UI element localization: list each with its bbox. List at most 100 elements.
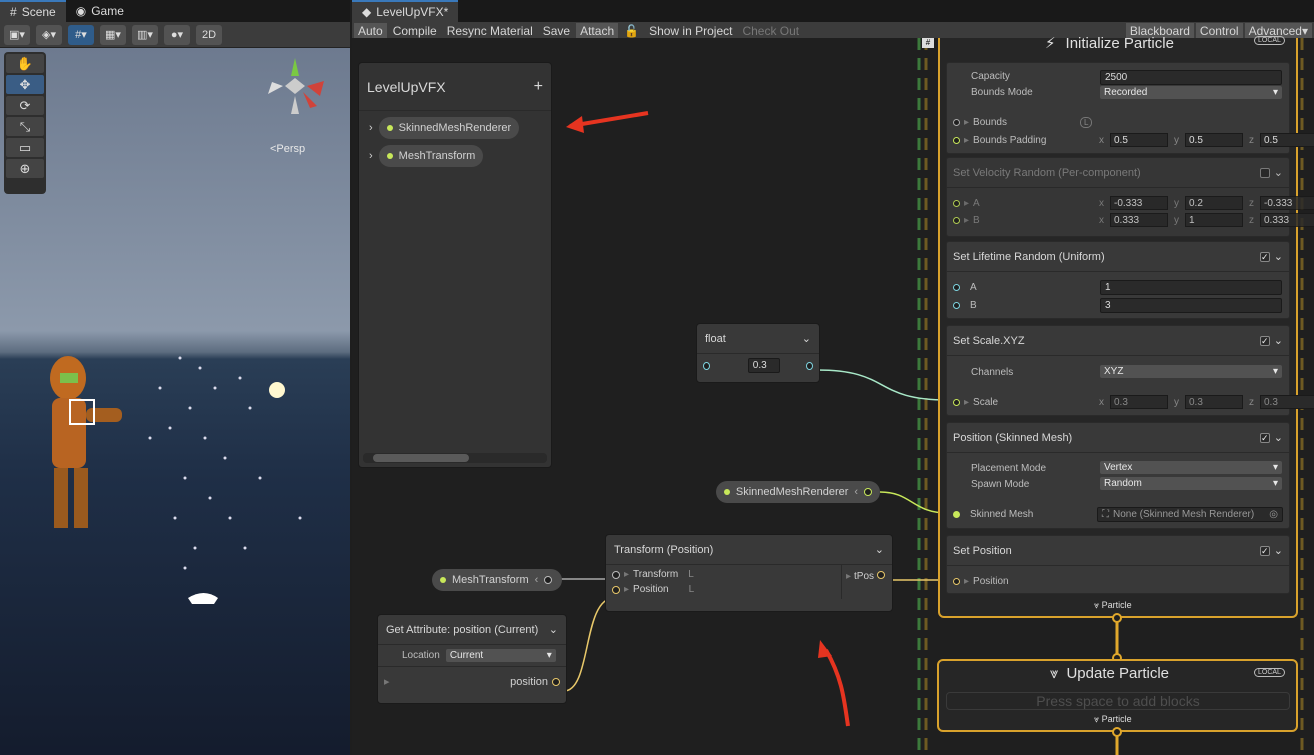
- float-node[interactable]: float ⌄ 0.3: [696, 323, 820, 383]
- scale-z[interactable]: 0.3: [1260, 395, 1314, 409]
- chevron-down-icon[interactable]: ⌄: [875, 543, 884, 556]
- local-badge[interactable]: LOCAL: [1254, 36, 1285, 45]
- chevron-down-icon[interactable]: ⌄: [549, 623, 558, 636]
- velocity-enable-checkbox[interactable]: [1259, 167, 1270, 178]
- save-button[interactable]: Save: [538, 22, 575, 40]
- skinned-enable-checkbox[interactable]: ✓: [1259, 432, 1270, 443]
- chevron-down-icon[interactable]: ⌄: [1274, 431, 1283, 444]
- spawn-mode-dropdown[interactable]: Random ▾: [1100, 477, 1282, 490]
- scale-enable-checkbox[interactable]: ✓: [1259, 335, 1270, 346]
- float-in-port[interactable]: [703, 361, 710, 370]
- float-value-field[interactable]: 0.3: [747, 358, 781, 373]
- expand-icon[interactable]: ›: [369, 122, 373, 134]
- update-flow-out[interactable]: ⩔ Particle: [1094, 714, 1132, 725]
- position-skinned-mesh-block[interactable]: Position (Skinned Mesh) ✓ ⌄ Placement Mode…: [946, 422, 1290, 529]
- set-position-block[interactable]: Set Position ✓ ⌄ ▸ Position: [946, 535, 1290, 594]
- set-lifetime-block[interactable]: Set Lifetime Random (Uniform) ✓ ⌄ A B 1 3: [946, 241, 1290, 319]
- skinned-out-port[interactable]: [864, 488, 872, 496]
- velocity-b-x[interactable]: 0.333: [1110, 213, 1168, 227]
- gizmo-toggle-button[interactable]: ▣▾: [4, 24, 30, 45]
- shading-button[interactable]: ●▾: [164, 24, 190, 45]
- lifetime-a-port[interactable]: [953, 284, 960, 291]
- mesh-out-port[interactable]: [544, 576, 553, 584]
- object-picker-icon[interactable]: ◎: [1269, 509, 1278, 520]
- velocity-a-port[interactable]: [953, 200, 960, 207]
- placement-mode-dropdown[interactable]: Vertex ▾: [1100, 461, 1282, 474]
- bounds-padding-z[interactable]: 0.5: [1260, 133, 1314, 147]
- chevron-down-icon[interactable]: ⌄: [802, 332, 811, 345]
- lock-icon[interactable]: 🔓: [620, 22, 644, 40]
- transform-position-node[interactable]: Transform (Position) ⌄ ▸ Transform L ▸ Posit…: [605, 534, 893, 612]
- setpos-in-port[interactable]: [953, 578, 960, 585]
- tab-scene[interactable]: # Scene: [0, 0, 66, 22]
- control-button[interactable]: Control: [1195, 22, 1243, 40]
- chevron-down-icon[interactable]: ⌄: [1274, 544, 1283, 557]
- scale-in-port[interactable]: [953, 399, 960, 406]
- transform-tool-icon[interactable]: ⊕: [6, 159, 44, 178]
- hand-tool-icon[interactable]: ✋: [6, 54, 44, 73]
- tpos-out-port[interactable]: [877, 571, 886, 579]
- lifetime-a-field[interactable]: 1: [1100, 280, 1282, 295]
- perspective-label[interactable]: <Persp: [270, 143, 305, 155]
- blackboard-item-mesh[interactable]: › MeshTransform: [369, 145, 541, 167]
- transform-in-port[interactable]: [612, 570, 620, 579]
- skinned-mesh-field[interactable]: ⛶ None (Skinned Mesh Renderer) ◎: [1097, 507, 1283, 522]
- rotate-tool-icon[interactable]: ⟳: [6, 96, 44, 115]
- set-scale-block[interactable]: Set Scale.XYZ ✓ ⌄ Channels XYZ ▾ ▸ Scale x 0.…: [946, 325, 1314, 416]
- expand-icon[interactable]: ›: [369, 150, 373, 162]
- lifetime-enable-checkbox[interactable]: ✓: [1259, 251, 1270, 262]
- bounds-padding-y[interactable]: 0.5: [1185, 133, 1243, 147]
- capacity-field[interactable]: 2500: [1100, 70, 1282, 85]
- grid-button[interactable]: ▦▾: [100, 24, 126, 45]
- location-dropdown[interactable]: Current ▾: [445, 649, 556, 662]
- tab-levelupvfx[interactable]: ◆ LevelUpVFX*: [352, 0, 459, 22]
- chevron-down-icon[interactable]: ⌄: [1274, 166, 1283, 179]
- auto-button[interactable]: Auto: [354, 22, 387, 40]
- velocity-a-z[interactable]: -0.333: [1260, 196, 1314, 210]
- mesh-transform-node[interactable]: MeshTransform ‹: [432, 569, 562, 591]
- orientation-gizmo[interactable]: [262, 56, 328, 126]
- float-out-port[interactable]: [806, 361, 813, 370]
- flow-out-port[interactable]: [1112, 727, 1122, 737]
- set-velocity-block[interactable]: Set Velocity Random (Per-component) ⌄ ▸ A …: [946, 157, 1314, 237]
- get-attribute-node[interactable]: Get Attribute: position (Current) ⌄ Locat…: [377, 614, 567, 704]
- chevron-down-icon[interactable]: ⌄: [1274, 250, 1283, 263]
- velocity-a-x[interactable]: -0.333: [1110, 196, 1168, 210]
- snap-button[interactable]: #▾: [68, 24, 94, 45]
- velocity-b-y[interactable]: 1: [1185, 213, 1243, 227]
- resync-material-button[interactable]: Resync Material: [442, 22, 537, 40]
- scale-y[interactable]: 0.3: [1185, 395, 1243, 409]
- draw-mode-button[interactable]: ◈▾: [36, 24, 62, 45]
- velocity-b-z[interactable]: 0.333: [1260, 213, 1314, 227]
- velocity-b-port[interactable]: [953, 217, 960, 224]
- tab-game[interactable]: ◉ Game: [66, 0, 134, 22]
- initialize-flow-out[interactable]: ⩔ Particle: [1094, 600, 1132, 611]
- velocity-a-y[interactable]: 0.2: [1185, 196, 1243, 210]
- skinned-mesh-port[interactable]: [953, 511, 960, 518]
- ruler-button[interactable]: ▥▾: [132, 24, 158, 45]
- position-in-port[interactable]: [612, 585, 620, 594]
- setpos-enable-checkbox[interactable]: ✓: [1259, 545, 1270, 556]
- mode-2d-button[interactable]: 2D: [196, 24, 222, 45]
- bounds-port[interactable]: [953, 119, 960, 126]
- add-property-button[interactable]: +: [534, 78, 543, 96]
- local-badge[interactable]: LOCAL: [1254, 668, 1285, 677]
- flow-out-port[interactable]: [1112, 613, 1122, 623]
- position-out-port[interactable]: [552, 677, 560, 686]
- blackboard-scrollbar[interactable]: [363, 453, 547, 463]
- channels-dropdown[interactable]: XYZ ▾: [1100, 365, 1282, 378]
- compile-button[interactable]: Compile: [388, 22, 441, 40]
- chevron-down-icon[interactable]: ⌄: [1274, 334, 1283, 347]
- lifetime-b-port[interactable]: [953, 302, 960, 309]
- rect-tool-icon[interactable]: ▭: [6, 138, 44, 157]
- attach-button[interactable]: Attach: [576, 22, 619, 40]
- bounds-padding-x[interactable]: 0.5: [1110, 133, 1168, 147]
- add-blocks-hint[interactable]: Press space to add blocks: [946, 692, 1290, 710]
- check-out-button[interactable]: Check Out: [738, 22, 804, 40]
- skinned-mesh-renderer-node[interactable]: SkinnedMeshRenderer ‹: [716, 481, 880, 503]
- lifetime-b-field[interactable]: 3: [1100, 298, 1282, 313]
- blackboard-item-skinned[interactable]: › SkinnedMeshRenderer: [369, 117, 541, 139]
- show-in-project-button[interactable]: Show in Project: [645, 22, 737, 40]
- move-tool-icon[interactable]: ✥: [6, 75, 44, 94]
- bounds-mode-dropdown[interactable]: Recorded ▾: [1100, 86, 1282, 99]
